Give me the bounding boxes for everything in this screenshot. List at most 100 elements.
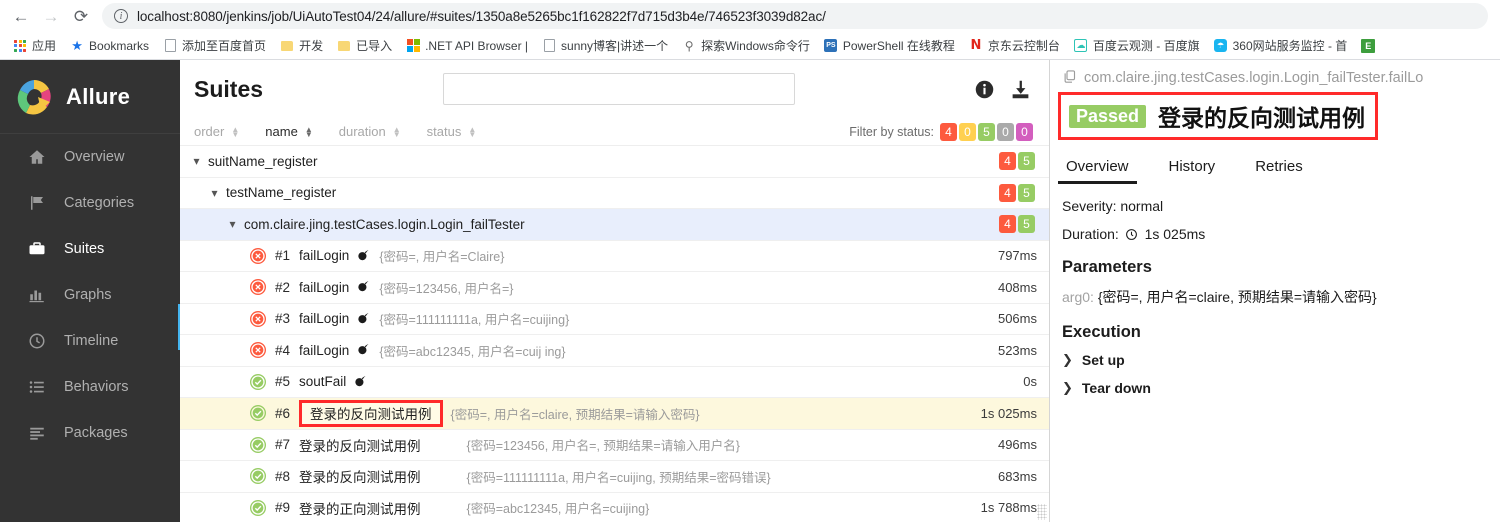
sidebar-item-label: Timeline bbox=[64, 333, 119, 349]
tree-group-row[interactable]: ▾ testName_register 4 5 bbox=[180, 178, 1049, 209]
chevron-down-icon[interactable]: ▾ bbox=[190, 154, 203, 168]
sidebar-item-suites[interactable]: Suites bbox=[0, 226, 180, 272]
tree-body[interactable]: ▾ suitName_register 4 5 ▾ testName_regis… bbox=[180, 146, 1049, 522]
header-actions bbox=[973, 78, 1035, 100]
breadcrumb-text: com.claire.jing.testCases.login.Login_fa… bbox=[1084, 70, 1424, 86]
bookmark-baidu-cloud-monitor[interactable]: ☁ 百度云观测 - 百度旗 bbox=[1067, 34, 1207, 58]
tab-retries[interactable]: Retries bbox=[1251, 158, 1307, 184]
badge-failed: 4 bbox=[999, 215, 1016, 234]
test-duration: 506ms bbox=[997, 311, 1037, 327]
test-row-selected[interactable]: #6 登录的反向测试用例 {密码=, 用户名=claire, 预期结果=请输入密… bbox=[180, 398, 1049, 430]
chevron-down-icon[interactable]: ▾ bbox=[226, 217, 239, 231]
parameter-value: {密码=, 用户名=claire, 预期结果=请输入密码} bbox=[1097, 289, 1377, 305]
bar-chart-icon bbox=[26, 286, 48, 304]
powershell-icon: PS bbox=[824, 39, 838, 53]
bookmark-sunny-blog[interactable]: sunny博客|讲述一个 bbox=[535, 34, 675, 58]
test-params: {密码=111111111a, 用户名=cuijing, 预期结果=密码错误} bbox=[466, 470, 771, 485]
tree-group-row[interactable]: ▾ suitName_register 4 5 bbox=[180, 146, 1049, 178]
site-info-icon[interactable]: i bbox=[114, 9, 128, 23]
sidebar-item-label: Suites bbox=[64, 241, 105, 257]
execution-heading: Execution bbox=[1062, 323, 1141, 341]
test-name: failLogin bbox=[299, 342, 350, 358]
clock-icon bbox=[1125, 228, 1138, 241]
bomb-icon bbox=[357, 311, 370, 327]
sidebar-item-label: Categories bbox=[64, 195, 135, 211]
test-order: #3 bbox=[275, 311, 291, 327]
sidebar-item-timeline[interactable]: Timeline bbox=[0, 318, 180, 364]
test-order: #7 bbox=[275, 437, 291, 453]
sort-status[interactable]: status ▲ ▼ bbox=[427, 124, 477, 139]
execution-teardown[interactable]: ❯ Tear down bbox=[1062, 380, 1500, 396]
filter-badge-passed[interactable]: 5 bbox=[978, 122, 995, 141]
folder-icon bbox=[337, 39, 351, 53]
bookmark-windows-cmdline[interactable]: ⚲ 探索Windows命令行 bbox=[675, 34, 817, 58]
bookmark-bookmarks[interactable]: ★ Bookmarks bbox=[63, 34, 156, 58]
test-row[interactable]: #8 登录的反向测试用例 {密码=111111111a, 用户名=cuijing… bbox=[180, 461, 1049, 493]
panel-resize-grip[interactable] bbox=[1037, 504, 1047, 520]
test-order: #5 bbox=[275, 374, 291, 390]
bookmark-powershell[interactable]: PS PowerShell 在线教程 bbox=[817, 34, 962, 58]
sidebar-item-label: Behaviors bbox=[64, 379, 129, 395]
filter-badge-skipped[interactable]: 0 bbox=[997, 122, 1014, 141]
back-button[interactable]: ← bbox=[6, 2, 36, 30]
detail-title-highlight-box: Passed 登录的反向测试用例 bbox=[1058, 92, 1379, 140]
home-icon bbox=[26, 148, 48, 166]
status-badge: Passed bbox=[1069, 104, 1147, 128]
tab-history[interactable]: History bbox=[1165, 158, 1220, 184]
filter-badge-broken[interactable]: 0 bbox=[959, 122, 976, 141]
bookmark-jd-cloud[interactable]: N 京东云控制台 bbox=[962, 34, 1067, 58]
bookmark-360-monitor[interactable]: ☂ 360网站服务监控 - 首 bbox=[1207, 34, 1355, 58]
sort-label: name bbox=[265, 124, 298, 139]
windows-terminal-icon: ⚲ bbox=[684, 38, 694, 53]
info-icon[interactable] bbox=[973, 78, 995, 100]
test-row[interactable]: #2 failLogin {密码=123456, 用户名=} 408ms bbox=[180, 272, 1049, 304]
sidebar-item-packages[interactable]: Packages bbox=[0, 410, 180, 456]
sidebar-item-behaviors[interactable]: Behaviors bbox=[0, 364, 180, 410]
sort-order[interactable]: order ▲ ▼ bbox=[194, 124, 239, 139]
star-icon: ★ bbox=[71, 38, 83, 53]
download-icon[interactable] bbox=[1009, 78, 1031, 100]
search-input[interactable] bbox=[444, 74, 795, 104]
sidebar-item-categories[interactable]: Categories bbox=[0, 180, 180, 226]
test-row[interactable]: #7 登录的反向测试用例 {密码=123456, 用户名=, 预期结果=请输入用… bbox=[180, 430, 1049, 461]
apps-grid-icon bbox=[13, 39, 27, 53]
filter-badge-failed[interactable]: 4 bbox=[940, 122, 957, 141]
reload-button[interactable]: ⟳ bbox=[66, 2, 96, 30]
address-bar[interactable]: i localhost:8080/jenkins/job/UiAutoTest0… bbox=[102, 3, 1488, 29]
bookmark-dotnet-api-browser[interactable]: .NET API Browser | bbox=[399, 34, 535, 58]
brand[interactable]: Allure bbox=[0, 60, 180, 134]
test-row[interactable]: #1 failLogin {密码=, 用户名=Claire} 797ms bbox=[180, 241, 1049, 272]
bookmark-folder-dev[interactable]: 开发 bbox=[273, 34, 330, 58]
bomb-icon bbox=[357, 342, 370, 358]
tab-overview[interactable]: Overview bbox=[1058, 158, 1137, 184]
sort-duration[interactable]: duration ▲ ▼ bbox=[339, 124, 401, 139]
forward-button[interactable]: → bbox=[36, 2, 66, 30]
badge-failed: 4 bbox=[999, 183, 1016, 202]
execution-setup[interactable]: ❯ Set up bbox=[1062, 352, 1500, 368]
test-params: {密码=123456, 用户名=} bbox=[379, 281, 514, 296]
group-badges: 4 5 bbox=[999, 183, 1037, 202]
test-row[interactable]: #4 failLogin {密码=abc12345, 用户名=cuij ing}… bbox=[180, 335, 1049, 367]
bookmark-green-app[interactable]: E bbox=[1354, 34, 1387, 58]
test-row[interactable]: #9 登录的正向测试用例 {密码=abc12345, 用户名=cuijing} … bbox=[180, 493, 1049, 522]
chevron-down-icon[interactable]: ▾ bbox=[208, 186, 221, 200]
test-name: failLogin bbox=[299, 248, 350, 264]
sidebar-item-overview[interactable]: Overview bbox=[0, 134, 180, 180]
tree-group-row-selected[interactable]: ▾ com.claire.jing.testCases.login.Login_… bbox=[180, 209, 1049, 241]
sort-name[interactable]: name ▲ ▼ bbox=[265, 124, 312, 139]
bookmark-label: 百度云观测 - 百度旗 bbox=[1092, 39, 1200, 53]
bookmark-label: 应用 bbox=[32, 39, 57, 53]
copy-icon[interactable] bbox=[1062, 69, 1077, 88]
bookmark-apps[interactable]: 应用 bbox=[6, 34, 63, 58]
parameter-key: arg0: bbox=[1062, 289, 1094, 305]
filter-badge-unknown[interactable]: 0 bbox=[1016, 122, 1033, 141]
bookmark-folder-imported[interactable]: 已导入 bbox=[330, 34, 399, 58]
search-box[interactable] bbox=[443, 73, 796, 105]
bookmark-baidu-home[interactable]: 添加至百度首页 bbox=[156, 34, 273, 58]
test-row[interactable]: #3 failLogin {密码=111111111a, 用户名=cuijing… bbox=[180, 304, 1049, 335]
test-row[interactable]: #5 soutFail 0s bbox=[180, 367, 1049, 398]
clock-icon bbox=[26, 332, 48, 350]
bookmark-label: 已导入 bbox=[356, 39, 393, 53]
sidebar-item-graphs[interactable]: Graphs bbox=[0, 272, 180, 318]
test-name: failLogin bbox=[299, 311, 350, 327]
